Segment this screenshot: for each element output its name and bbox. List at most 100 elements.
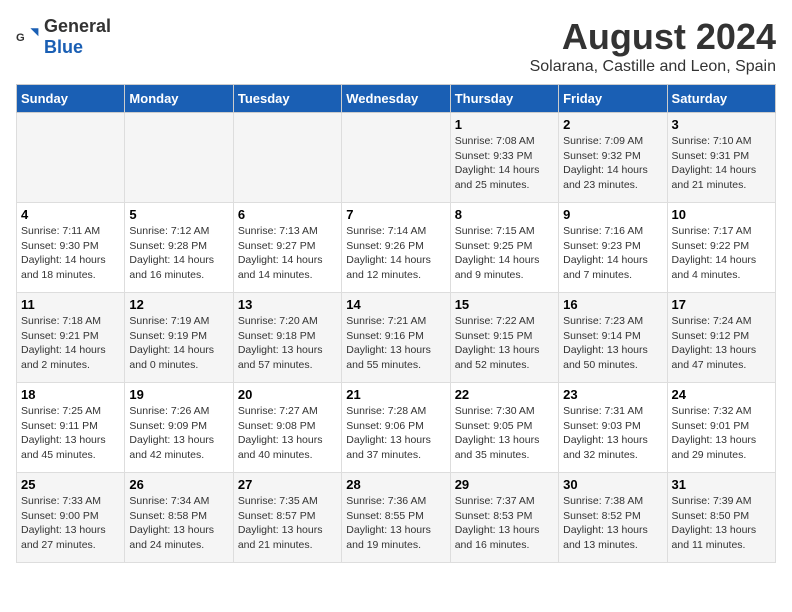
calendar-cell	[233, 113, 341, 203]
day-number: 9	[563, 207, 662, 222]
day-number: 8	[455, 207, 554, 222]
calendar-cell: 15 Sunrise: 7:22 AM Sunset: 9:15 PM Dayli…	[450, 293, 558, 383]
day-number: 26	[129, 477, 228, 492]
day-number: 16	[563, 297, 662, 312]
day-info: Sunrise: 7:21 AM Sunset: 9:16 PM Dayligh…	[346, 314, 445, 373]
day-info: Sunrise: 7:36 AM Sunset: 8:55 PM Dayligh…	[346, 494, 445, 553]
day-number: 4	[21, 207, 120, 222]
day-info: Sunrise: 7:32 AM Sunset: 9:01 PM Dayligh…	[672, 404, 771, 463]
day-info: Sunrise: 7:30 AM Sunset: 9:05 PM Dayligh…	[455, 404, 554, 463]
column-header-sunday: Sunday	[17, 85, 125, 113]
calendar-cell: 19 Sunrise: 7:26 AM Sunset: 9:09 PM Dayli…	[125, 383, 233, 473]
day-info: Sunrise: 7:19 AM Sunset: 9:19 PM Dayligh…	[129, 314, 228, 373]
column-header-thursday: Thursday	[450, 85, 558, 113]
calendar-cell: 31 Sunrise: 7:39 AM Sunset: 8:50 PM Dayli…	[667, 473, 775, 563]
calendar-cell: 17Sunrise: 7:24 AM Sunset: 9:12 PM Dayli…	[667, 293, 775, 383]
day-number: 11	[21, 297, 120, 312]
calendar-cell: 29 Sunrise: 7:37 AM Sunset: 8:53 PM Dayli…	[450, 473, 558, 563]
day-number: 31	[672, 477, 771, 492]
day-info: Sunrise: 7:22 AM Sunset: 9:15 PM Dayligh…	[455, 314, 554, 373]
day-number: 27	[238, 477, 337, 492]
calendar-cell: 22 Sunrise: 7:30 AM Sunset: 9:05 PM Dayli…	[450, 383, 558, 473]
day-number: 24	[672, 387, 771, 402]
calendar-cell: 3 Sunrise: 7:10 AM Sunset: 9:31 PM Daylig…	[667, 113, 775, 203]
day-info: Sunrise: 7:09 AM Sunset: 9:32 PM Dayligh…	[563, 134, 662, 193]
calendar-cell: 30Sunrise: 7:38 AM Sunset: 8:52 PM Dayli…	[559, 473, 667, 563]
day-number: 30	[563, 477, 662, 492]
day-number: 21	[346, 387, 445, 402]
day-info: Sunrise: 7:11 AM Sunset: 9:30 PM Dayligh…	[21, 224, 120, 283]
calendar-cell	[342, 113, 450, 203]
day-number: 23	[563, 387, 662, 402]
day-info: Sunrise: 7:26 AM Sunset: 9:09 PM Dayligh…	[129, 404, 228, 463]
day-info: Sunrise: 7:35 AM Sunset: 8:57 PM Dayligh…	[238, 494, 337, 553]
day-info: Sunrise: 7:28 AM Sunset: 9:06 PM Dayligh…	[346, 404, 445, 463]
day-info: Sunrise: 7:15 AM Sunset: 9:25 PM Dayligh…	[455, 224, 554, 283]
calendar-cell: 12Sunrise: 7:19 AM Sunset: 9:19 PM Dayli…	[125, 293, 233, 383]
day-info: Sunrise: 7:34 AM Sunset: 8:58 PM Dayligh…	[129, 494, 228, 553]
day-number: 13	[238, 297, 337, 312]
day-info: Sunrise: 7:20 AM Sunset: 9:18 PM Dayligh…	[238, 314, 337, 373]
day-info: Sunrise: 7:33 AM Sunset: 9:00 PM Dayligh…	[21, 494, 120, 553]
logo-general: General	[44, 16, 111, 36]
day-number: 6	[238, 207, 337, 222]
column-header-friday: Friday	[559, 85, 667, 113]
day-info: Sunrise: 7:37 AM Sunset: 8:53 PM Dayligh…	[455, 494, 554, 553]
calendar-cell: 13 Sunrise: 7:20 AM Sunset: 9:18 PM Dayli…	[233, 293, 341, 383]
day-info: Sunrise: 7:08 AM Sunset: 9:33 PM Dayligh…	[455, 134, 554, 193]
day-number: 19	[129, 387, 228, 402]
calendar-cell: 26 Sunrise: 7:34 AM Sunset: 8:58 PM Dayli…	[125, 473, 233, 563]
day-info: Sunrise: 7:24 AM Sunset: 9:12 PM Dayligh…	[672, 314, 771, 373]
calendar-cell: 24 Sunrise: 7:32 AM Sunset: 9:01 PM Dayli…	[667, 383, 775, 473]
week-row-1: 1 Sunrise: 7:08 AM Sunset: 9:33 PM Daylig…	[17, 113, 776, 203]
calendar-cell: 4 Sunrise: 7:11 AM Sunset: 9:30 PM Daylig…	[17, 203, 125, 293]
logo: G General Blue	[16, 16, 111, 58]
calendar-cell: 18Sunrise: 7:25 AM Sunset: 9:11 PM Dayli…	[17, 383, 125, 473]
calendar-cell: 27 Sunrise: 7:35 AM Sunset: 8:57 PM Dayli…	[233, 473, 341, 563]
week-row-2: 4 Sunrise: 7:11 AM Sunset: 9:30 PM Daylig…	[17, 203, 776, 293]
day-info: Sunrise: 7:25 AM Sunset: 9:11 PM Dayligh…	[21, 404, 120, 463]
page-header: G General Blue August 2024 Solarana, Cas…	[16, 16, 776, 76]
main-title: August 2024	[530, 16, 776, 58]
day-number: 25	[21, 477, 120, 492]
day-number: 7	[346, 207, 445, 222]
calendar-cell: 21 Sunrise: 7:28 AM Sunset: 9:06 PM Dayli…	[342, 383, 450, 473]
day-info: Sunrise: 7:13 AM Sunset: 9:27 PM Dayligh…	[238, 224, 337, 283]
calendar-cell: 11 Sunrise: 7:18 AM Sunset: 9:21 PM Dayli…	[17, 293, 125, 383]
calendar-cell: 9Sunrise: 7:16 AM Sunset: 9:23 PM Daylig…	[559, 203, 667, 293]
day-number: 1	[455, 117, 554, 132]
day-info: Sunrise: 7:10 AM Sunset: 9:31 PM Dayligh…	[672, 134, 771, 193]
column-header-wednesday: Wednesday	[342, 85, 450, 113]
calendar-cell: 10Sunrise: 7:17 AM Sunset: 9:22 PM Dayli…	[667, 203, 775, 293]
day-info: Sunrise: 7:23 AM Sunset: 9:14 PM Dayligh…	[563, 314, 662, 373]
day-number: 15	[455, 297, 554, 312]
calendar-table: SundayMondayTuesdayWednesdayThursdayFrid…	[16, 84, 776, 563]
week-row-4: 18Sunrise: 7:25 AM Sunset: 9:11 PM Dayli…	[17, 383, 776, 473]
day-number: 3	[672, 117, 771, 132]
calendar-cell	[17, 113, 125, 203]
calendar-cell: 8 Sunrise: 7:15 AM Sunset: 9:25 PM Daylig…	[450, 203, 558, 293]
day-number: 14	[346, 297, 445, 312]
day-number: 28	[346, 477, 445, 492]
day-number: 29	[455, 477, 554, 492]
column-header-tuesday: Tuesday	[233, 85, 341, 113]
calendar-cell: 25 Sunrise: 7:33 AM Sunset: 9:00 PM Dayli…	[17, 473, 125, 563]
day-number: 20	[238, 387, 337, 402]
logo-blue: Blue	[44, 37, 83, 57]
day-info: Sunrise: 7:14 AM Sunset: 9:26 PM Dayligh…	[346, 224, 445, 283]
subtitle: Solarana, Castille and Leon, Spain	[530, 58, 776, 76]
calendar-cell: 14 Sunrise: 7:21 AM Sunset: 9:16 PM Dayli…	[342, 293, 450, 383]
day-info: Sunrise: 7:12 AM Sunset: 9:28 PM Dayligh…	[129, 224, 228, 283]
day-number: 5	[129, 207, 228, 222]
day-info: Sunrise: 7:39 AM Sunset: 8:50 PM Dayligh…	[672, 494, 771, 553]
calendar-cell: 2Sunrise: 7:09 AM Sunset: 9:32 PM Daylig…	[559, 113, 667, 203]
day-info: Sunrise: 7:27 AM Sunset: 9:08 PM Dayligh…	[238, 404, 337, 463]
week-row-5: 25 Sunrise: 7:33 AM Sunset: 9:00 PM Dayli…	[17, 473, 776, 563]
day-info: Sunrise: 7:18 AM Sunset: 9:21 PM Dayligh…	[21, 314, 120, 373]
day-number: 10	[672, 207, 771, 222]
svg-text:G: G	[16, 32, 25, 44]
calendar-cell: 1 Sunrise: 7:08 AM Sunset: 9:33 PM Daylig…	[450, 113, 558, 203]
header-row: SundayMondayTuesdayWednesdayThursdayFrid…	[17, 85, 776, 113]
day-number: 22	[455, 387, 554, 402]
calendar-cell: 6 Sunrise: 7:13 AM Sunset: 9:27 PM Daylig…	[233, 203, 341, 293]
